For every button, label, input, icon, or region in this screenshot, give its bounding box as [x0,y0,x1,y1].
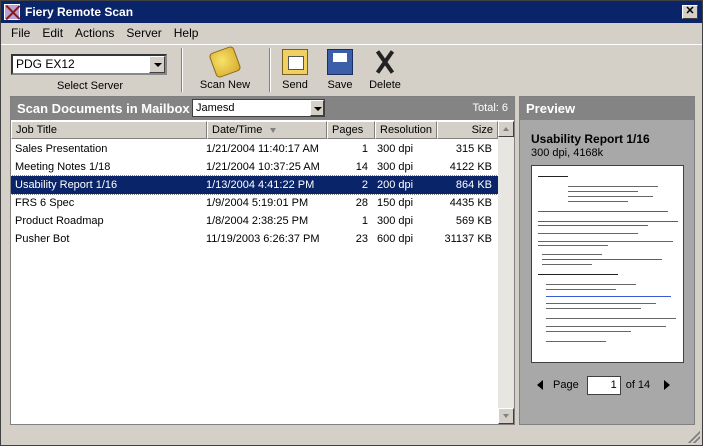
chevron-down-icon [154,63,162,67]
menu-file[interactable]: File [5,26,36,40]
send-button[interactable]: Send [280,49,310,91]
thumbnail-line [568,191,638,192]
thumbnail-line [568,201,628,202]
thumbnail-line [546,296,671,297]
thumbnail-line [542,259,662,260]
table-row[interactable]: Pusher Bot 11/19/2003 6:26:37 PM 23 600 … [11,230,498,248]
vertical-scrollbar[interactable] [498,121,514,424]
mailbox-select[interactable]: Jamesd [192,99,325,117]
table-row-selected[interactable]: Usability Report 1/16 1/13/2004 4:41:22 … [10,175,499,195]
page-navigator: Page 1 of 14 [531,374,684,396]
column-header-pages[interactable]: Pages [327,121,375,139]
chevron-down-icon [314,107,322,111]
table-row[interactable]: Sales Presentation 1/21/2004 11:40:17 AM… [11,140,498,158]
table-header: Job Title Date/Time Pages Resolution Siz… [11,121,498,139]
page-number-input[interactable]: 1 [586,375,621,395]
save-icon [327,49,353,75]
thumbnail-line [538,241,673,242]
scan-new-label: Scan New [199,79,251,91]
documents-pane-header: Scan Documents in Mailbox Jamesd Total: … [11,97,514,120]
delete-label: Delete [369,79,401,91]
table-row[interactable]: FRS 6 Spec 1/9/2004 5:19:01 PM 28 150 dp… [11,194,498,212]
select-server-label: Select Server [57,80,124,92]
thumbnail-line [546,326,666,327]
preview-pane-header: Preview [520,97,694,120]
preview-thumbnail [531,165,684,363]
send-icon [282,49,308,75]
server-select-value: PDG EX12 [16,57,75,71]
thumbnail-line [538,211,668,212]
document-list: Sales Presentation 1/21/2004 11:40:17 AM… [10,140,499,248]
mailbox-dropdown-button[interactable] [310,100,324,116]
menu-server[interactable]: Server [120,26,167,40]
thumbnail-line [546,289,616,290]
thumbnail-line [546,318,676,319]
chevron-down-icon [503,414,509,418]
preview-doc-title: Usability Report 1/16 [531,132,650,146]
thumbnail-line [538,221,678,222]
column-header-resolution[interactable]: Resolution [375,121,437,139]
save-button[interactable]: Save [325,49,355,91]
scan-new-button[interactable]: Scan New [199,45,251,91]
scroll-down-button[interactable] [498,408,514,424]
preview-pane: Preview Usability Report 1/16 300 dpi, 4… [519,96,695,425]
server-select[interactable]: PDG EX12 [11,54,167,75]
delete-button[interactable]: Delete [367,49,403,91]
toolbar: PDG EX12 Select Server Scan New Send Sav… [1,44,702,94]
thumbnail-line [538,274,618,275]
previous-page-icon[interactable] [537,380,543,390]
toolbar-separator [181,48,183,92]
title-bar: Fiery Remote Scan ✕ [1,1,702,23]
server-dropdown-button[interactable] [149,56,165,73]
table-row[interactable]: Product Roadmap 1/8/2004 2:38:25 PM 1 30… [11,212,498,230]
preview-pane-title: Preview [526,101,576,116]
thumbnail-line [568,196,653,197]
chevron-up-icon [503,127,509,131]
table-row[interactable]: Meeting Notes 1/18 1/21/2004 10:37:25 AM… [11,158,498,176]
thumbnail-line [546,331,631,332]
documents-pane-title: Scan Documents in Mailbox [17,101,190,116]
scroll-up-button[interactable] [498,121,514,137]
delete-icon [372,49,398,75]
thumbnail-line [546,308,641,309]
sort-descending-icon [270,127,277,133]
column-header-date-time[interactable]: Date/Time [207,121,327,139]
close-button[interactable]: ✕ [682,5,698,19]
page-of-label: of 14 [625,379,651,391]
thumbnail-line [542,254,602,255]
column-header-size[interactable]: Size [437,121,498,139]
send-label: Send [282,79,308,91]
thumbnail-line [546,284,636,285]
menu-edit[interactable]: Edit [36,26,69,40]
thumbnail-line [546,341,606,342]
thumbnail-line [546,303,656,304]
menu-help[interactable]: Help [168,26,205,40]
resize-grip-icon[interactable] [688,431,700,443]
app-window: Fiery Remote Scan ✕ File Edit Actions Se… [0,0,703,446]
next-page-icon[interactable] [664,380,671,390]
thumbnail-line [538,233,638,234]
thumbnail-line [538,225,648,226]
save-label: Save [327,79,353,91]
menu-actions[interactable]: Actions [69,26,120,40]
scan-new-icon [208,45,242,79]
window-title: Fiery Remote Scan [25,5,134,19]
documents-pane: Scan Documents in Mailbox Jamesd Total: … [10,96,515,425]
column-header-job-title[interactable]: Job Title [11,121,207,139]
thumbnail-line [542,264,592,265]
thumbnail-line [568,186,658,187]
page-label: Page [553,379,579,391]
thumbnail-line [538,176,568,177]
toolbar-separator [269,48,271,92]
mailbox-select-value: Jamesd [196,102,235,114]
menu-bar: File Edit Actions Server Help [1,23,702,43]
preview-doc-info: 300 dpi, 4168k [531,147,604,159]
thumbnail-line [538,245,608,246]
app-icon [4,4,20,20]
total-count: Total: 6 [472,102,508,114]
